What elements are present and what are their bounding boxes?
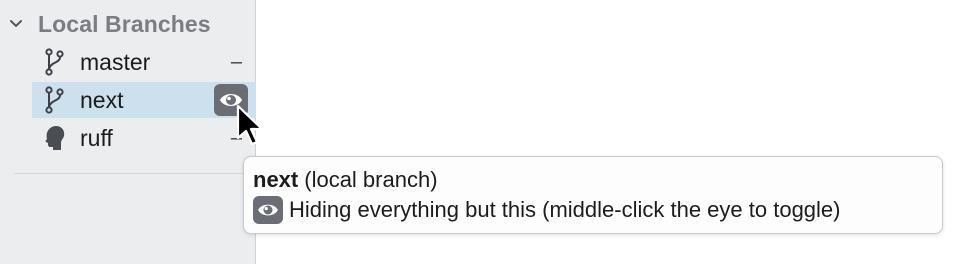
branch-tooltip: next (local branch) Hiding everything bu… [243,156,943,234]
branch-icon [40,86,68,114]
tooltip-branch-name: next [253,167,299,192]
app-window: Local Branches master – next ruff – next… [0,0,978,264]
tooltip-branch-kind: (local branch) [304,167,438,192]
visibility-toggle[interactable]: – [231,44,242,80]
chevron-down-icon[interactable] [8,16,24,32]
eye-icon [253,196,283,224]
tooltip-title-line: next (local branch) [253,165,933,195]
section-divider [14,173,246,174]
section-title: Local Branches [38,10,211,37]
mouse-cursor-icon [236,104,266,148]
branch-row-next[interactable]: next [32,82,256,118]
branch-label: ruff [80,124,113,151]
local-branches-header[interactable]: Local Branches [8,8,211,40]
tooltip-hint: Hiding everything but this (middle-click… [289,197,841,222]
tooltip-hint-line: Hiding everything but this (middle-click… [253,195,933,225]
head-icon [40,124,68,152]
branch-label: next [80,86,124,113]
sidebar: Local Branches master – next ruff – [0,0,256,264]
branch-icon [40,48,68,76]
branch-row-master[interactable]: master – [32,44,256,80]
branch-row-ruff[interactable]: ruff – [32,120,256,156]
branch-label: master [80,48,151,75]
